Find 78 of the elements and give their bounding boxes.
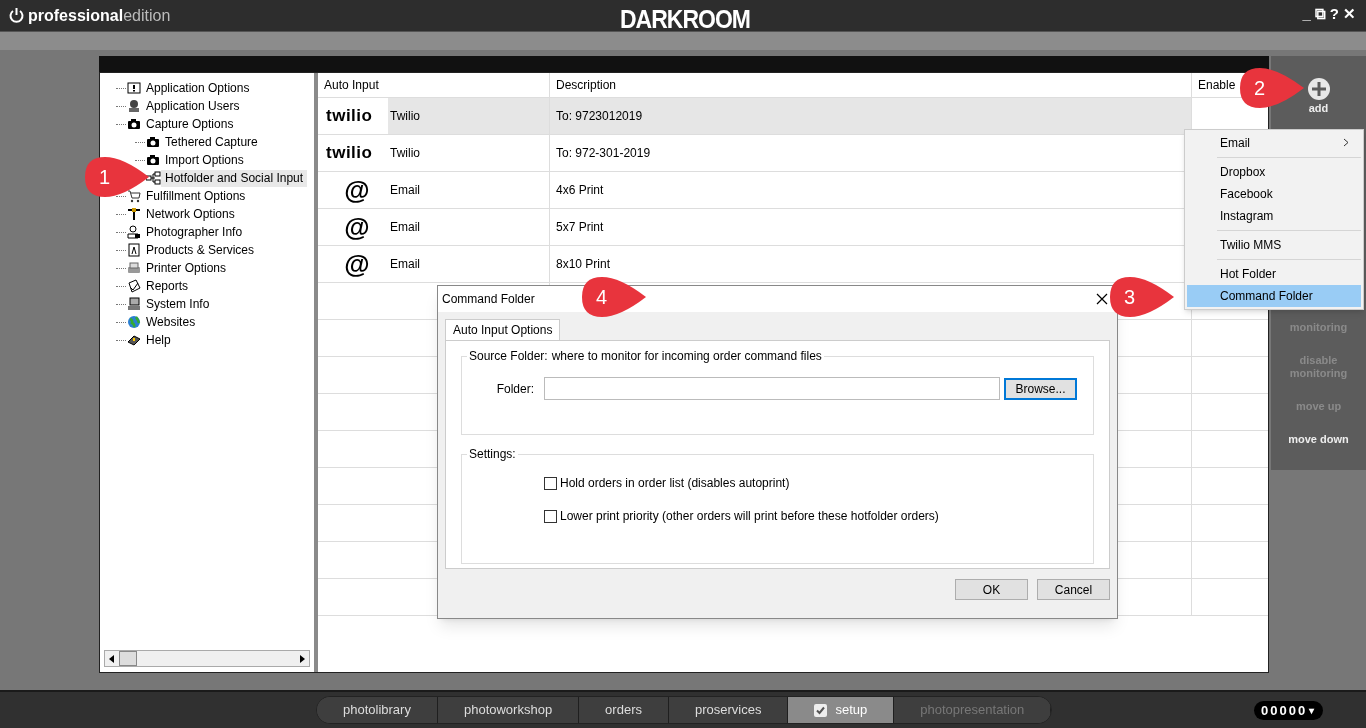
report-icon: [127, 279, 142, 293]
camera-icon: [146, 135, 161, 149]
tree-item[interactable]: Import Options: [161, 151, 248, 169]
chevron-right-icon: [1343, 138, 1349, 147]
tree-item[interactable]: Help: [142, 331, 175, 349]
antenna-icon: [127, 207, 142, 221]
browse-button[interactable]: Browse...: [1004, 377, 1077, 400]
twilio-logo: twilio: [326, 105, 374, 128]
dialog-tab[interactable]: Auto Input Options: [445, 319, 561, 340]
help-button[interactable]: ?: [1329, 5, 1339, 23]
callout-badge: 3: [1108, 275, 1176, 319]
callout-badge: 4: [580, 275, 648, 319]
cart-icon: [127, 189, 142, 203]
tree-item[interactable]: Network Options: [142, 205, 239, 223]
nav-tab[interactable]: proservices: [668, 697, 789, 723]
tree-item[interactable]: Hotfolder and Social Input: [161, 169, 308, 187]
column-header[interactable]: Enable: [1198, 76, 1236, 94]
table-cell: To: 9723012019: [549, 98, 1191, 134]
dialog-title: Command Folder: [442, 291, 535, 308]
tree-item[interactable]: Photographer Info: [142, 223, 247, 241]
column-header[interactable]: Auto Input: [324, 76, 379, 94]
field-label: Folder:: [495, 380, 534, 398]
restore-button[interactable]: ⧉: [1314, 5, 1326, 23]
nav-tab[interactable]: orders: [579, 697, 669, 723]
nav-tab[interactable]: photoworkshop: [437, 697, 580, 723]
tree-item[interactable]: Websites: [142, 313, 200, 331]
column-header[interactable]: Description: [556, 76, 617, 94]
at-sign-icon: @: [326, 244, 388, 284]
tree-item[interactable]: Application Options: [142, 79, 254, 97]
callout-badge: 2: [1238, 66, 1306, 110]
camera-icon: [146, 153, 161, 167]
tree-item[interactable]: Tethered Capture: [161, 133, 262, 151]
tree-item[interactable]: Capture Options: [142, 115, 238, 133]
horizontal-scrollbar[interactable]: [104, 650, 310, 667]
power-icon: [8, 7, 25, 24]
app-logo: DARKROOM: [620, 3, 750, 36]
add-button[interactable]: add: [1307, 78, 1330, 117]
tree-item[interactable]: Reports: [142, 277, 193, 295]
minimize-button[interactable]: _: [1302, 5, 1311, 23]
at-sign-icon: @: [326, 170, 388, 210]
tree-item[interactable]: Fulfillment Options: [142, 187, 250, 205]
table-cell: Twilio: [388, 98, 549, 134]
twilio-logo: twilio: [326, 142, 374, 165]
checkbox-label: Lower print priority (other orders will print before these hotfolder orders): [560, 508, 939, 525]
globe-icon: [127, 315, 142, 329]
sidebar-action-button[interactable]: move down: [1283, 432, 1354, 446]
close-button[interactable]: [1095, 292, 1109, 306]
book-icon: [127, 333, 142, 347]
printer-icon: [127, 261, 142, 275]
checkbox[interactable]: [544, 476, 557, 490]
computer-icon: [127, 297, 142, 311]
network-icon: [146, 171, 161, 185]
camera-icon: [127, 117, 142, 131]
info-icon: [127, 81, 142, 95]
checkbox[interactable]: [544, 509, 557, 523]
scroll-thumb[interactable]: [119, 651, 137, 666]
doc-icon: [127, 243, 142, 257]
dialog-button[interactable]: Cancel: [1037, 579, 1110, 600]
folder-field[interactable]: [544, 377, 1000, 400]
edition-label: professionaledition: [28, 5, 171, 26]
tree-item[interactable]: Printer Options: [142, 259, 231, 277]
checkbox-icon: [814, 703, 828, 717]
plus-icon: [1307, 78, 1330, 100]
checkbox-label: Hold orders in order list (disables autoprint): [560, 475, 790, 492]
at-sign-icon: @: [326, 207, 388, 247]
menu-item[interactable]: Command Folder: [1187, 285, 1361, 307]
dialog-button[interactable]: OK: [955, 579, 1028, 600]
person-icon: [127, 225, 142, 239]
close-button[interactable]: ✕: [1343, 5, 1356, 23]
tree-item[interactable]: System Info: [142, 295, 214, 313]
frame-counter[interactable]: 00000▾: [1254, 701, 1324, 720]
group-hint: where to monitor for incoming order command files: [551, 349, 822, 363]
users-icon: [127, 99, 142, 113]
group-legend: Settings:: [467, 447, 518, 461]
tree-item[interactable]: Application Users: [142, 97, 244, 115]
tree-item[interactable]: Products & Services: [142, 241, 259, 259]
nav-tab[interactable]: photolibrary: [317, 697, 438, 723]
group-legend: Source Folder:: [469, 349, 548, 363]
